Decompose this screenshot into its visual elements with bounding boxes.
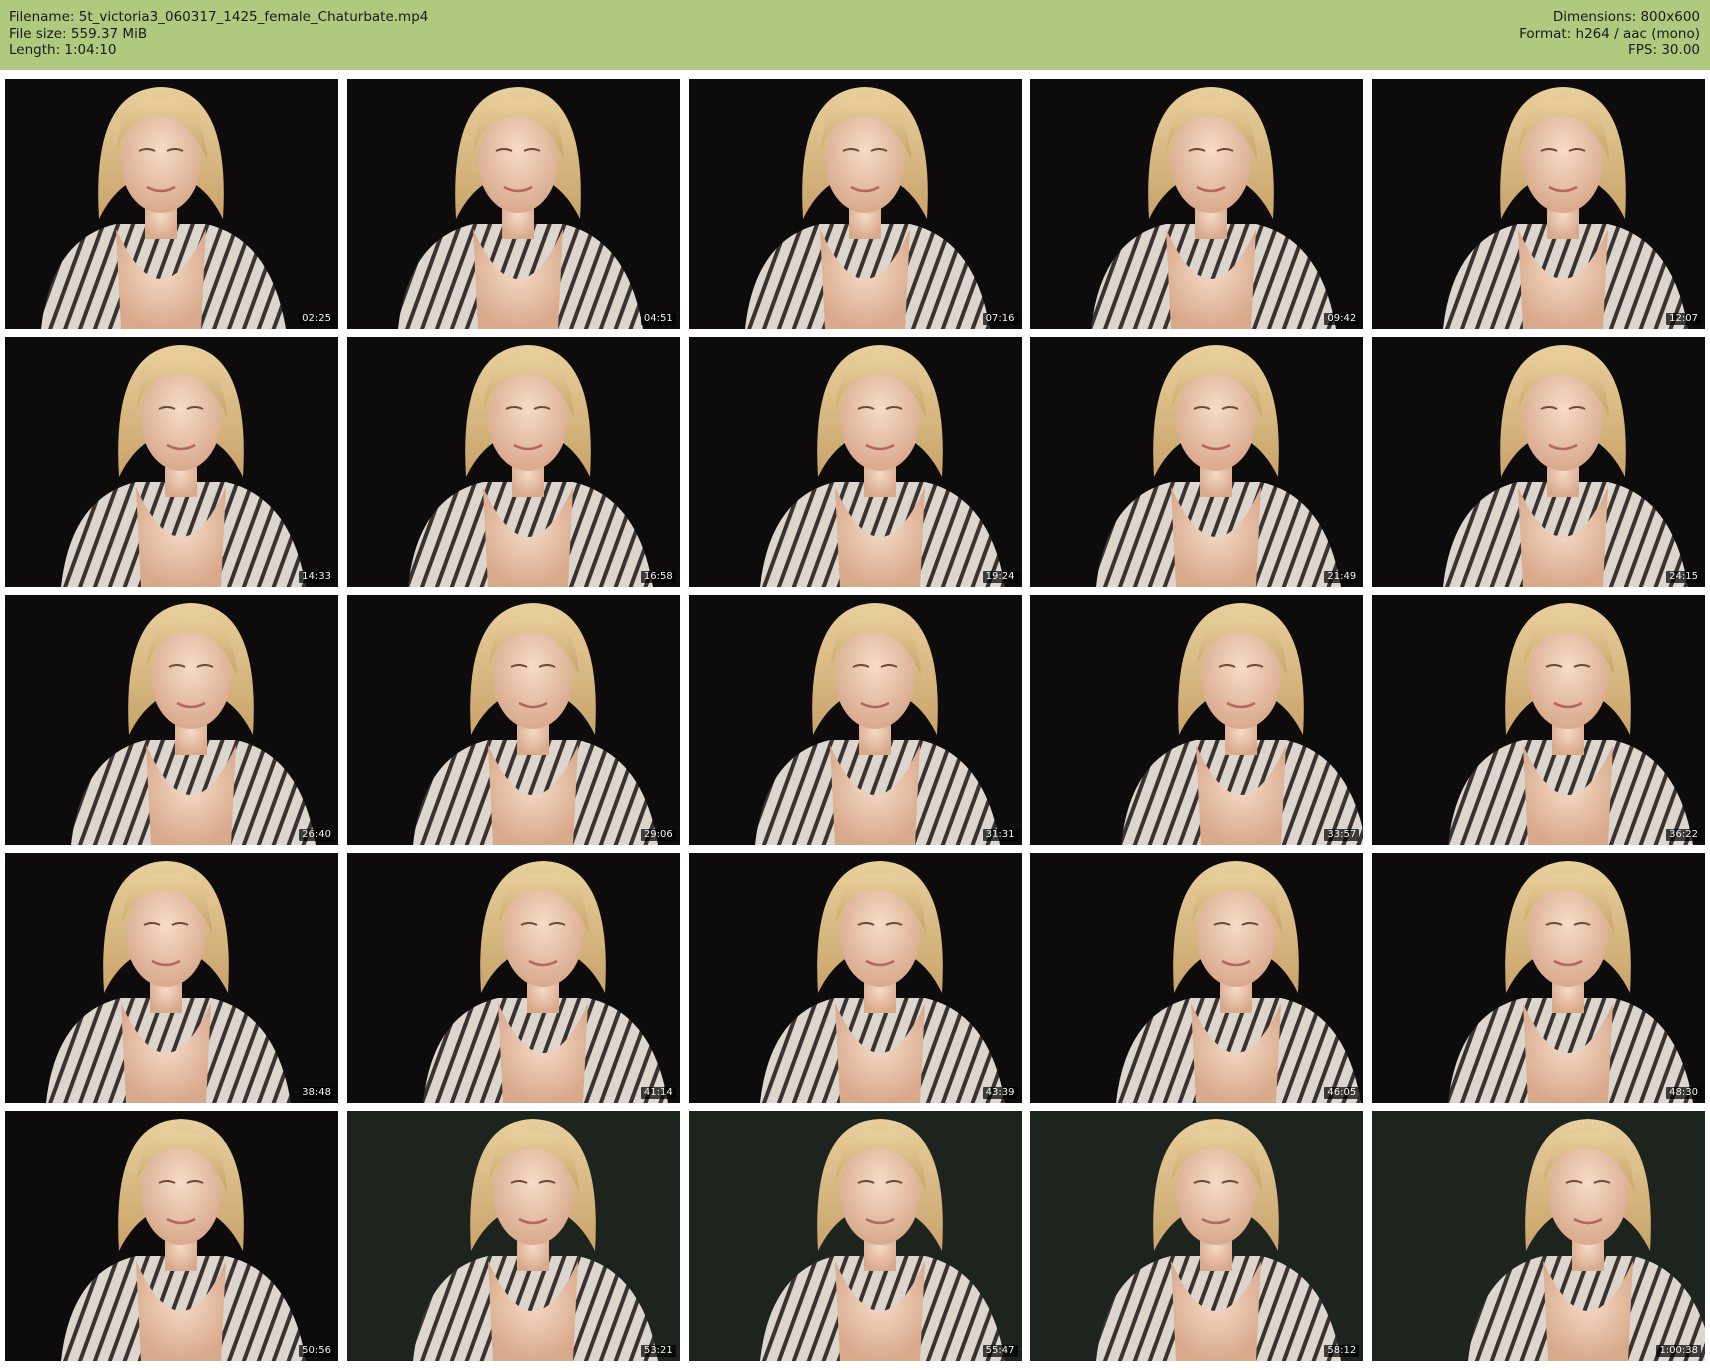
frame-timestamp: 16:58: [640, 571, 676, 583]
frame-image: [71, 603, 316, 845]
frame-timestamp: 58:12: [1324, 1345, 1360, 1357]
frame-timestamp: 31:31: [982, 829, 1018, 841]
frame-image: [1091, 87, 1337, 329]
file-info: Filename: 5t_victoria3_060317_1425_femal…: [9, 9, 428, 59]
video-frame-thumbnail[interactable]: 04:51: [346, 79, 680, 329]
video-frame-thumbnail[interactable]: 02:25: [5, 79, 338, 329]
frame-timestamp: 12:07: [1666, 313, 1701, 325]
video-frame-thumbnail[interactable]: 31:31: [688, 595, 1022, 845]
frame-timestamp: 53:21: [640, 1345, 676, 1357]
info-header: Filename: 5t_victoria3_060317_1425_femal…: [0, 0, 1710, 70]
filename-value: 5t_victoria3_060317_1425_female_Chaturba…: [78, 9, 429, 25]
frame-timestamp: 19:24: [982, 571, 1018, 583]
fps-value: 30.00: [1661, 42, 1700, 58]
video-frame-thumbnail[interactable]: 53:21: [346, 1111, 680, 1361]
frame-timestamp: 50:56: [299, 1345, 334, 1357]
frame-timestamp: 55:47: [982, 1345, 1018, 1357]
format-line: Format: h264 / aac (mono): [1519, 26, 1700, 43]
fps-label: FPS:: [1628, 42, 1658, 58]
video-frame-thumbnail[interactable]: 16:58: [346, 337, 680, 587]
frame-timestamp: 02:25: [299, 313, 334, 325]
length-line: Length: 1:04:10: [9, 42, 428, 59]
frame-image: [754, 603, 1000, 845]
video-frame-thumbnail[interactable]: 48:30: [1372, 853, 1705, 1103]
frame-timestamp: 38:48: [299, 1087, 334, 1099]
frame-timestamp: 41:14: [640, 1087, 676, 1099]
dimensions-label: Dimensions:: [1552, 9, 1637, 25]
frame-image: [412, 1119, 658, 1361]
frame-timestamp: 07:16: [982, 313, 1018, 325]
video-frame-thumbnail[interactable]: 12:07: [1372, 79, 1705, 329]
frame-timestamp: 09:42: [1324, 313, 1360, 325]
length-value: 1:04:10: [64, 42, 117, 58]
frame-timestamp: 43:39: [982, 1087, 1018, 1099]
frame-timestamp: 26:40: [299, 829, 334, 841]
frame-image: [744, 87, 990, 329]
frame-image: [1448, 861, 1693, 1103]
frame-image: [61, 1119, 306, 1361]
frame-image: [407, 345, 653, 587]
dimensions-line: Dimensions: 800x600: [1519, 9, 1700, 26]
filename-label: Filename:: [9, 9, 75, 25]
frame-image: [1443, 345, 1688, 587]
frame-image: [759, 345, 1005, 587]
frame-timestamp: 48:30: [1666, 1087, 1701, 1099]
frame-timestamp: 46:05: [1324, 1087, 1360, 1099]
video-frame-thumbnail[interactable]: 24:15: [1372, 337, 1705, 587]
frame-image: [46, 861, 291, 1103]
frame-image: [1121, 603, 1364, 845]
frame-image: [412, 603, 658, 845]
dimensions-value: 800x600: [1640, 9, 1700, 25]
video-frame-thumbnail[interactable]: 29:06: [346, 595, 680, 845]
frame-image: [1443, 87, 1688, 329]
frame-timestamp: 21:49: [1324, 571, 1360, 583]
video-frame-thumbnail[interactable]: 26:40: [5, 595, 338, 845]
fps-line: FPS: 30.00: [1519, 42, 1700, 59]
video-frame-thumbnail[interactable]: 36:22: [1372, 595, 1705, 845]
video-frame-thumbnail[interactable]: 09:42: [1030, 79, 1364, 329]
video-frame-thumbnail[interactable]: 58:12: [1030, 1111, 1364, 1361]
frame-timestamp: 1:00:38: [1656, 1345, 1701, 1357]
frame-image: [759, 861, 1005, 1103]
frame-image: [397, 87, 643, 329]
video-frame-thumbnail[interactable]: 41:14: [346, 853, 680, 1103]
video-frame-thumbnail[interactable]: 19:24: [688, 337, 1022, 587]
format-label: Format:: [1519, 25, 1572, 42]
filesize-line: File size: 559.37 MiB: [9, 26, 428, 43]
frame-timestamp: 04:51: [640, 313, 676, 325]
video-frame-thumbnail[interactable]: 21:49: [1030, 337, 1364, 587]
video-frame-thumbnail[interactable]: 33:57: [1030, 595, 1364, 845]
frame-image: [1448, 603, 1693, 845]
frame-timestamp: 24:15: [1666, 571, 1701, 583]
frame-image: [1116, 861, 1362, 1103]
frame-image: [1096, 1119, 1342, 1361]
frame-timestamp: 33:57: [1324, 829, 1360, 841]
stream-info: Dimensions: 800x600 Format: h264 / aac (…: [1519, 9, 1700, 59]
frame-timestamp: 36:22: [1666, 829, 1701, 841]
frame-timestamp: 14:33: [299, 571, 334, 583]
video-frame-thumbnail[interactable]: 1:00:38: [1372, 1111, 1705, 1361]
frame-image: [759, 1119, 1005, 1361]
video-frame-thumbnail[interactable]: 07:16: [688, 79, 1022, 329]
video-frame-thumbnail[interactable]: 55:47: [688, 1111, 1022, 1361]
frame-image: [61, 345, 306, 587]
filesize-value: 559.37 MiB: [70, 25, 148, 42]
filename-line: Filename: 5t_victoria3_060317_1425_femal…: [9, 9, 428, 26]
format-value: h264 / aac (mono): [1575, 25, 1700, 42]
video-frame-thumbnail[interactable]: 38:48: [5, 853, 338, 1103]
thumbnail-grid: 02:25 04:51 07:16 09:42 12:07 14:33 16:58 19:24…: [5, 79, 1705, 1365]
frame-timestamp: 29:06: [640, 829, 676, 841]
frame-image: [1468, 1119, 1705, 1361]
length-label: Length:: [9, 42, 61, 58]
video-frame-thumbnail[interactable]: 50:56: [5, 1111, 338, 1361]
frame-image: [422, 861, 668, 1103]
video-frame-thumbnail[interactable]: 14:33: [5, 337, 338, 587]
filesize-label: File size:: [9, 25, 67, 42]
video-frame-thumbnail[interactable]: 46:05: [1030, 853, 1364, 1103]
frame-image: [41, 87, 286, 329]
video-frame-thumbnail[interactable]: 43:39: [688, 853, 1022, 1103]
frame-image: [1096, 345, 1342, 587]
